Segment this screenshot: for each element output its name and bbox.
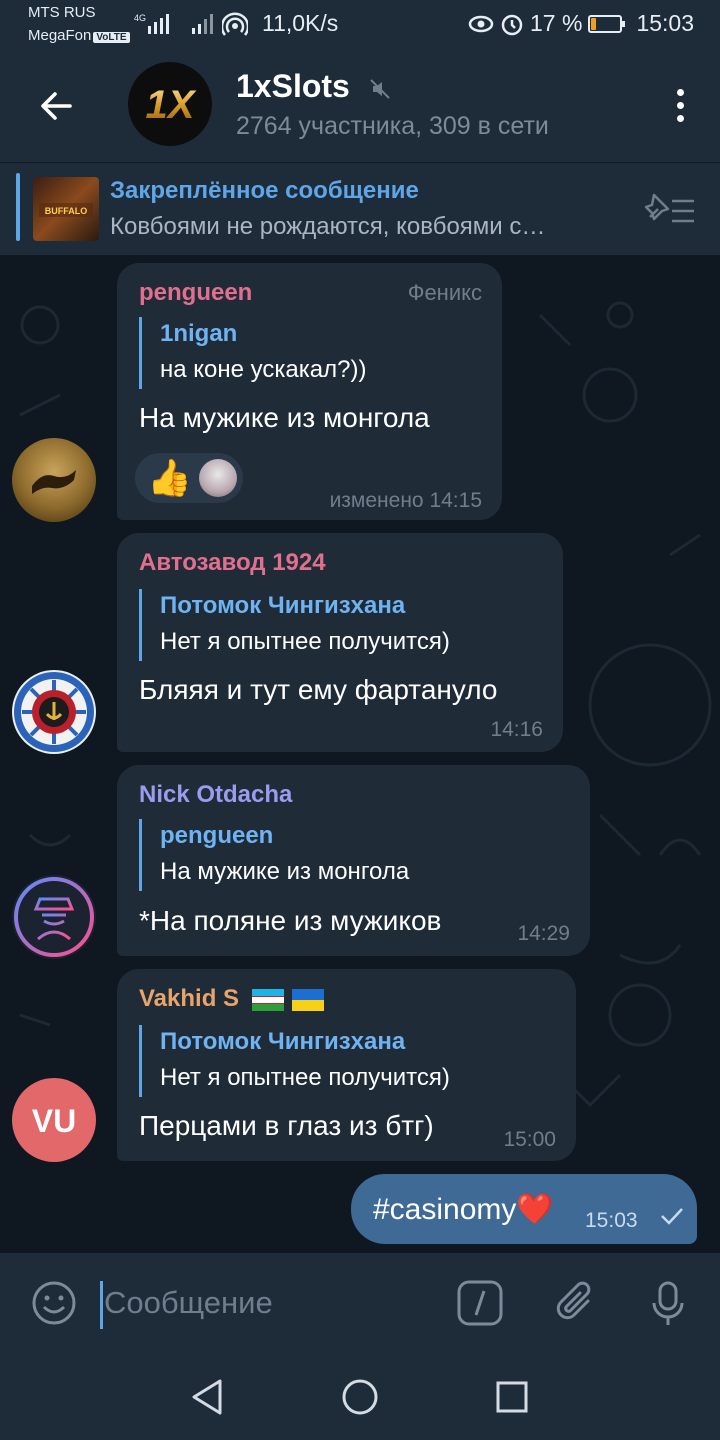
reply-name: 1nigan xyxy=(160,320,238,347)
hotspot-icon xyxy=(222,12,248,36)
outgoing-message-bubble[interactable]: #casinomy❤️ 15:03 xyxy=(351,1174,697,1244)
battery-icon xyxy=(588,14,626,33)
avatar-pengueen[interactable] xyxy=(12,438,96,522)
net-speed: 11,0K/s xyxy=(262,10,339,36)
message-time: 14:16 xyxy=(490,718,543,741)
message-time: 14:29 xyxy=(517,922,570,945)
reply-text: Нет я опытнее получится) xyxy=(160,1064,450,1091)
reply-text: Нет я опытнее получится) xyxy=(160,628,450,655)
pinned-message[interactable]: BUFFALO Закреплённое сообщение Ковбоями … xyxy=(0,162,720,255)
reaction-chip[interactable]: 👍 xyxy=(135,453,243,503)
reply-text: На мужике из монгола xyxy=(160,858,410,885)
sender-name[interactable]: Nick Otdacha xyxy=(139,781,292,809)
message-bubble[interactable]: Vakhid S Потомок Чингизхана Нет я опытне… xyxy=(117,969,576,1161)
reply-name: Потомок Чингизхана xyxy=(160,592,406,619)
reaction-avatar xyxy=(199,459,237,497)
message-composer: Сообщение xyxy=(0,1253,720,1353)
reply-name: pengueen xyxy=(160,822,274,849)
eye-icon xyxy=(468,15,494,32)
reply-preview[interactable]: pengueen На мужике из монгола xyxy=(139,819,409,891)
more-menu-icon[interactable] xyxy=(672,86,688,126)
chat-title[interactable]: 1xSlots xyxy=(236,68,391,105)
emoji-icon[interactable] xyxy=(30,1279,78,1327)
message-time: 15:00 xyxy=(503,1128,556,1151)
sent-check-icon xyxy=(661,1208,683,1225)
message-list[interactable]: pengueen Феникс 1nigan на коне ускакал?)… xyxy=(0,255,720,1253)
clock: 15:03 xyxy=(636,10,694,36)
reply-text: на коне ускакал?)) xyxy=(160,356,367,383)
flag-uzbekistan-icon xyxy=(251,988,284,1011)
flag-ukraine-icon xyxy=(292,988,325,1011)
pin-list-icon[interactable] xyxy=(644,189,696,229)
alarm-icon xyxy=(501,14,523,35)
chat-header: 1X 1xSlots 2764 участника, 309 в сети xyxy=(0,50,720,162)
sender-name[interactable]: Автозавод 1924 xyxy=(139,549,326,577)
svg-text:BUFFALO: BUFFALO xyxy=(45,206,88,216)
message-text: *На поляне из мужиков xyxy=(139,905,442,936)
admin-rank: Феникс xyxy=(407,280,482,305)
message-time: 15:03 xyxy=(585,1209,638,1232)
muted-icon xyxy=(370,78,390,99)
message-time: изменено 14:15 xyxy=(329,489,482,512)
operator-1: MTS RUS xyxy=(28,4,96,21)
message-text: Перцами в глаз из бтг) xyxy=(139,1110,434,1141)
sender-name[interactable]: pengueen xyxy=(139,279,252,307)
message-bubble[interactable]: Nick Otdacha pengueen На мужике из монго… xyxy=(117,765,590,956)
battery-percent: 17 % xyxy=(530,10,583,36)
volte-badge: VoLTE xyxy=(93,32,130,43)
message-bubble[interactable]: Автозавод 1924 Потомок Чингизхана Нет я … xyxy=(117,533,563,752)
reply-preview[interactable]: Потомок Чингизхана Нет я опытнее получит… xyxy=(139,589,450,661)
status-bar: MTS RUS MegaFon VoLTE 4G 11,0K/s 17 % 15:… xyxy=(0,0,720,50)
attach-icon[interactable] xyxy=(552,1279,600,1327)
signal-icon: 4G xyxy=(134,13,169,34)
message-text: Бляяя и тут ему фартануло xyxy=(139,674,498,705)
reply-name: Потомок Чингизхана xyxy=(160,1028,406,1055)
sender-name[interactable]: Vakhid S xyxy=(139,985,325,1013)
nav-recents-icon[interactable] xyxy=(494,1377,530,1417)
back-arrow-icon[interactable] xyxy=(36,86,76,126)
chat-avatar[interactable]: 1X xyxy=(128,62,212,146)
avatar-vakhid[interactable]: VU xyxy=(12,1078,96,1162)
svg-text:4G: 4G xyxy=(134,13,146,23)
message-input[interactable]: Сообщение xyxy=(104,1285,273,1321)
signal-2-icon xyxy=(192,14,213,34)
chat-avatar-text: 1X xyxy=(146,83,197,127)
operator-2: MegaFon VoLTE xyxy=(28,27,130,44)
reply-preview[interactable]: Потомок Чингизхана Нет я опытнее получит… xyxy=(139,1025,450,1097)
bot-commands-icon[interactable] xyxy=(456,1279,504,1327)
reply-preview[interactable]: 1nigan на коне ускакал?)) xyxy=(139,317,366,389)
nav-home-icon[interactable] xyxy=(340,1377,380,1417)
pinned-thumbnail: BUFFALO xyxy=(33,177,99,241)
microphone-icon[interactable] xyxy=(644,1279,692,1327)
pinned-title: Закреплённое сообщение xyxy=(110,177,419,204)
pinned-bar xyxy=(16,173,20,241)
pinned-text: Ковбоями не рождаются, ковбоями с… xyxy=(110,213,546,240)
chat-subtitle: 2764 участника, 309 в сети xyxy=(236,112,549,140)
message-bubble[interactable]: pengueen Феникс 1nigan на коне ускакал?)… xyxy=(117,263,502,520)
avatar-nick-otdacha[interactable] xyxy=(12,875,96,959)
avatar-avtozavod[interactable] xyxy=(12,670,96,754)
text-caret xyxy=(100,1281,103,1329)
message-text: На мужике из монгола xyxy=(139,402,430,433)
avatar-initials: VU xyxy=(32,1103,76,1139)
nav-back-icon[interactable] xyxy=(188,1377,224,1417)
thumbs-up-icon: 👍 xyxy=(147,457,192,498)
system-nav-bar xyxy=(0,1353,720,1440)
message-text: #casinomy❤️ xyxy=(373,1193,554,1226)
